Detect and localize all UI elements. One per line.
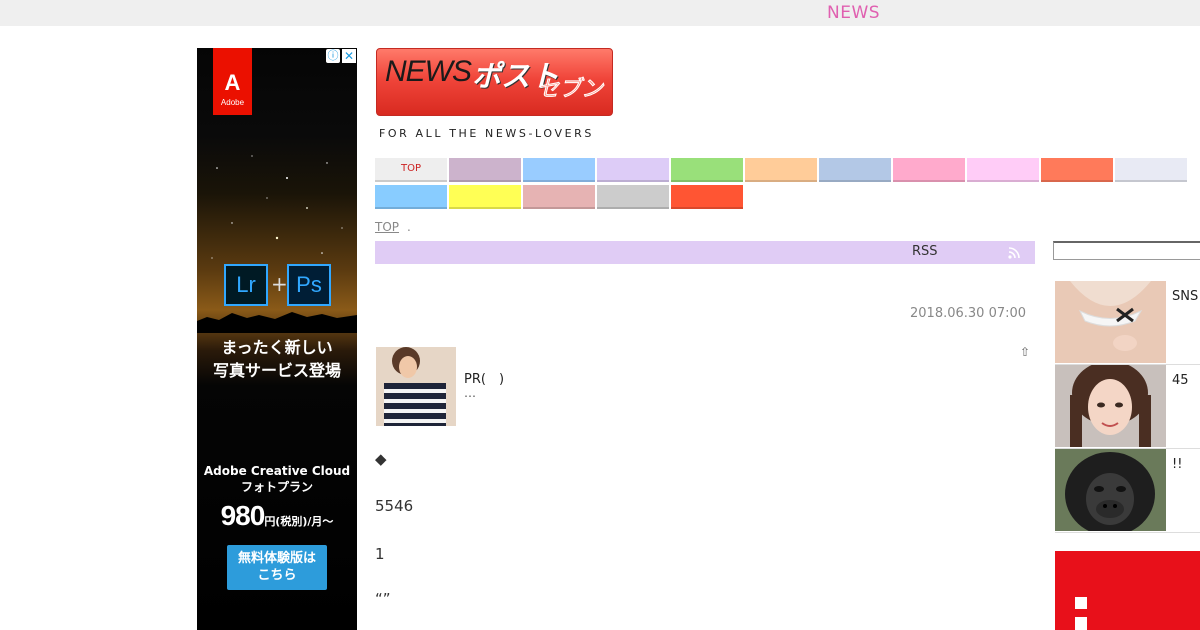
sidebar-item[interactable]: SNS	[1055, 281, 1200, 365]
pr-snippet: …	[464, 386, 476, 400]
newspostseven-logo[interactable]: NEWS ポスト セブン	[376, 48, 613, 116]
sidebar-thumbnail	[1055, 365, 1166, 447]
sidebar-red-banner[interactable]	[1055, 551, 1200, 630]
ad-info-icon[interactable]: ⓘ	[326, 49, 340, 63]
sidebar-thumbnail	[1055, 281, 1166, 363]
free-trial-button[interactable]: 無料体験版は こちら	[227, 545, 327, 590]
nav-item-category[interactable]	[967, 158, 1039, 182]
pr-title[interactable]: PR( )	[464, 368, 504, 387]
nav-item-category[interactable]	[671, 185, 743, 209]
sidebar-thumbnail	[1055, 449, 1166, 531]
pr-thumbnail[interactable]	[376, 347, 456, 426]
breadcrumb-separator: .	[407, 220, 411, 234]
banner-mark	[1075, 617, 1087, 630]
ad-product-name: Adobe Creative Cloud フォトプラン	[203, 464, 351, 494]
nav-item-top[interactable]: TOP	[375, 158, 447, 182]
nav-item-category[interactable]	[597, 158, 669, 182]
sidebar-item[interactable]: 45	[1055, 365, 1200, 449]
nav-item-category[interactable]	[449, 185, 521, 209]
ad-price: 980円(税別)/月〜	[220, 500, 334, 531]
ad-close-icon[interactable]: ✕	[342, 49, 356, 63]
diamond-bullet: ◆	[375, 450, 387, 468]
breadcrumb: TOP.	[375, 220, 411, 234]
sidebar-item[interactable]: !!	[1055, 449, 1200, 533]
nav-item-category[interactable]	[745, 158, 817, 182]
mountain-silhouette	[197, 312, 357, 333]
article-text-one: 1	[375, 545, 385, 563]
category-header-bar: RSS	[375, 241, 1035, 264]
plus-sign: +	[271, 272, 288, 296]
nav-item-category[interactable]	[449, 158, 521, 182]
adobe-brand: Adobe	[220, 98, 245, 107]
site-title[interactable]: NEWS	[827, 3, 880, 23]
sidebar-item-text: SNS	[1172, 289, 1199, 304]
nav-item-category[interactable]	[1041, 158, 1113, 182]
banner-mark	[1075, 597, 1087, 609]
site-tagline: FOR ALL THE NEWS-LOVERS	[379, 127, 594, 140]
adobe-a-icon: A	[224, 70, 241, 95]
article-text-quotes: “”	[375, 590, 391, 608]
photoshop-icon: Ps	[287, 264, 331, 306]
breadcrumb-top-link[interactable]: TOP	[375, 220, 399, 234]
ad-headline: まったく新しい 写真サービス登場	[212, 338, 341, 380]
nav-item-category[interactable]	[375, 185, 447, 209]
nav-item-category[interactable]	[1115, 158, 1187, 182]
logo-seven-text: セブン	[536, 77, 604, 103]
adobe-ad-banner[interactable]: ⓘ ✕ A Adobe Lr + Ps まったく新しい 写真サービス登場 Ado…	[197, 48, 357, 630]
nav-item-category[interactable]	[523, 158, 595, 182]
lightroom-icon: Lr	[224, 264, 268, 306]
article-date: 2018.06.30 07:00	[910, 306, 1027, 321]
nav-item-category[interactable]	[523, 185, 595, 209]
top-bar: NEWS	[0, 0, 1200, 26]
article-text-number: 5546	[375, 497, 414, 515]
sidebar-item-text: 45	[1172, 373, 1189, 388]
rss-icon[interactable]	[1007, 246, 1021, 260]
pr-thumbnail-image	[376, 347, 456, 426]
search-input[interactable]	[1053, 241, 1200, 260]
share-icon[interactable]: ⇧	[1020, 345, 1030, 359]
nav-item-category[interactable]	[819, 158, 891, 182]
rss-label[interactable]: RSS	[912, 244, 938, 259]
nav-item-category[interactable]	[893, 158, 965, 182]
logo-news-text: NEWS	[385, 55, 472, 88]
sidebar-item-text: !!	[1172, 457, 1183, 472]
nav-item-category[interactable]	[597, 185, 669, 209]
adobe-logo: A Adobe	[213, 48, 252, 115]
nav-item-category[interactable]	[671, 158, 743, 182]
